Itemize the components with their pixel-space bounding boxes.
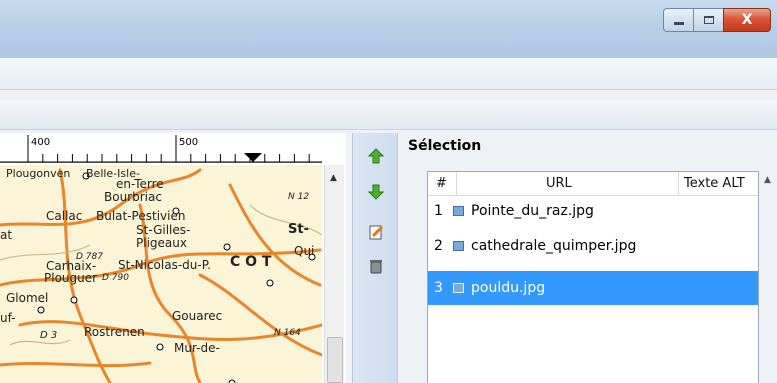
table-row[interactable]: 2 cathedrale_quimper.jpg: [428, 231, 758, 261]
move-up-icon: [368, 148, 384, 164]
row-url: Pointe_du_raz.jpg: [471, 203, 594, 219]
list-header: # URL Texte ALT: [428, 172, 758, 196]
selection-panel: Sélection # URL Texte ALT 1 Pointe_du_ra…: [398, 133, 777, 383]
ruler-marker-icon[interactable]: [244, 153, 262, 162]
ruler-label-500: 500: [179, 137, 199, 148]
minimize-icon: [673, 21, 684, 25]
map-place-label: D 3: [40, 330, 58, 341]
move-down-button[interactable]: [365, 181, 387, 203]
scroll-up-icon[interactable]: ▲: [764, 175, 771, 185]
map-place-label: en-Terre: [116, 177, 164, 191]
window-controls: X: [663, 8, 771, 32]
map-place-label: uf-: [0, 311, 16, 325]
map-place-label: Rostrenen: [84, 325, 145, 339]
maximize-icon: [703, 16, 714, 24]
trash-icon: [370, 260, 382, 274]
list-vertical-scrollbar[interactable]: ▲: [761, 171, 777, 383]
selection-list[interactable]: # URL Texte ALT 1 Pointe_du_raz.jpg 2 ca…: [427, 171, 759, 383]
close-button[interactable]: X: [723, 8, 771, 32]
map-place-label: N 12: [288, 192, 310, 202]
table-row[interactable]: 1 Pointe_du_raz.jpg: [428, 196, 758, 226]
selection-title: Sélection: [408, 138, 482, 154]
map-place-label: Glomel: [6, 291, 49, 305]
image-file-icon: [453, 283, 464, 293]
column-header-alt-text[interactable]: Texte ALT: [684, 176, 745, 191]
map-place-label: Bulat-Pestivien: [96, 209, 186, 223]
image-file-icon: [453, 241, 464, 251]
map-place-label: D 790: [102, 273, 129, 283]
scroll-thumb[interactable]: [327, 337, 343, 383]
map-place-label: Gouarec: [172, 309, 223, 323]
ruler-label-400: 400: [31, 137, 51, 148]
map-panel: 400 500 Plougonven Belle-Isle- en-Terre …: [0, 133, 346, 383]
move-up-button[interactable]: [365, 145, 387, 167]
menu-bar: [0, 58, 777, 90]
map-place-label: St-Gilles-: [136, 223, 191, 237]
map-place-label: at: [0, 228, 13, 242]
column-separator[interactable]: [678, 172, 679, 196]
column-header-url[interactable]: URL: [546, 176, 572, 191]
row-number: 1: [434, 203, 443, 219]
maximize-button[interactable]: [693, 8, 723, 32]
edit-icon: [369, 225, 384, 240]
map-place-label: Plouguer: [44, 271, 98, 285]
map-place-label: Pligeaux: [136, 236, 187, 250]
scroll-up-icon[interactable]: ▲: [330, 173, 337, 183]
minimize-button[interactable]: [663, 8, 693, 32]
row-number: 2: [434, 238, 443, 254]
map-place-label: Qui: [294, 244, 315, 258]
map-place-label: St-: [288, 222, 309, 237]
map-place-label: Callac: [46, 209, 83, 223]
close-icon: X: [741, 12, 753, 28]
map-place-label: Mur-de-: [174, 341, 220, 355]
map-place-label: Bourbriac: [104, 190, 162, 204]
map-place-label: Plougonven: [6, 167, 71, 180]
column-separator[interactable]: [456, 172, 457, 196]
map-view[interactable]: Plougonven Belle-Isle-en-Terre Bourbriac Ca…: [0, 165, 322, 383]
row-url: pouldu.jpg: [471, 280, 546, 296]
table-row[interactable]: 3 pouldu.jpg: [428, 271, 758, 305]
map-vertical-scrollbar[interactable]: ▲: [324, 165, 344, 383]
map-place-label: N 164: [274, 328, 301, 338]
column-header-index[interactable]: #: [436, 176, 447, 191]
edit-button[interactable]: [365, 221, 387, 243]
image-file-icon: [453, 206, 464, 216]
window-titlebar: X: [0, 0, 777, 58]
toolbar: [0, 100, 777, 130]
row-number: 3: [434, 280, 443, 296]
ruler: 400 500: [0, 133, 340, 163]
map-place-label: C O T: [230, 254, 272, 270]
map-place-label: D 787: [76, 252, 103, 262]
row-url: cathedrale_quimper.jpg: [471, 238, 637, 254]
map-place-label: St-Nicolas-du-P.: [118, 258, 211, 272]
move-down-icon: [368, 184, 384, 200]
delete-button[interactable]: [365, 255, 387, 277]
selection-button-strip: [352, 133, 398, 383]
